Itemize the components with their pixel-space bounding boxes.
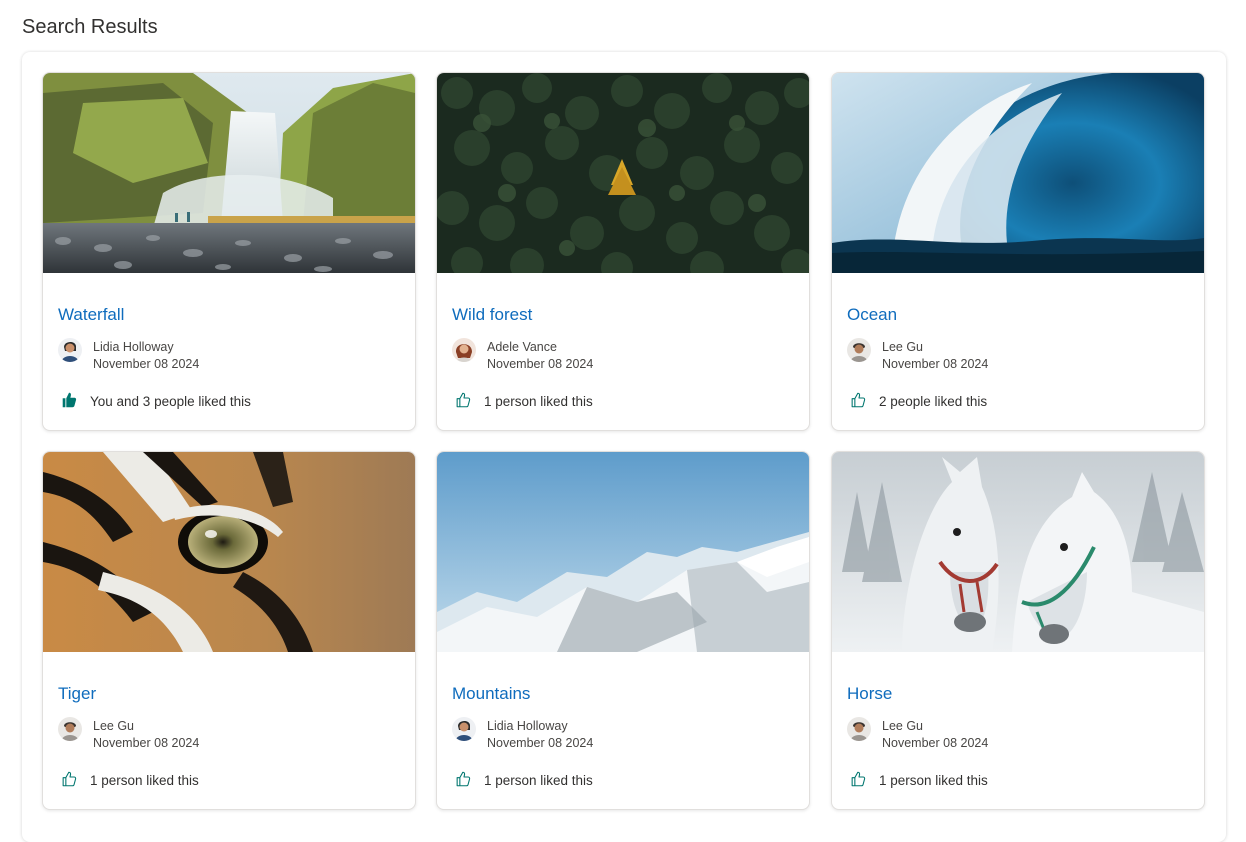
avatar[interactable] (58, 717, 82, 741)
thumbs-up-outline-icon[interactable] (849, 770, 867, 788)
author-name: Lidia Holloway (93, 340, 174, 354)
waterfall-image[interactable] (43, 73, 415, 273)
likes-count-text: 2 people liked this (879, 394, 988, 409)
thumbs-up-outline-icon[interactable] (454, 770, 472, 788)
result-card-mountains[interactable]: Mountains Lidia Holloway November 08 202… (436, 451, 810, 810)
page-title: Search Results (22, 16, 158, 38)
card-title-link[interactable]: Horse (847, 684, 892, 704)
author-name: Lee Gu (882, 340, 924, 354)
likes-count-text: 1 person liked this (484, 773, 593, 788)
avatar[interactable] (847, 717, 871, 741)
avatar[interactable] (452, 717, 476, 741)
author-name: Lee Gu (93, 719, 135, 733)
avatar[interactable] (452, 338, 476, 362)
likes-count-text: 1 person liked this (879, 773, 988, 788)
post-date: November 08 2024 (882, 736, 989, 750)
card-title-link[interactable]: Mountains (452, 684, 530, 704)
result-card-waterfall[interactable]: Waterfall Lidia Holloway November 08 202… (42, 72, 416, 431)
horse-image[interactable] (832, 452, 1204, 652)
likes-count-text: 1 person liked this (90, 773, 199, 788)
author-name: Adele Vance (487, 340, 557, 354)
post-date: November 08 2024 (487, 357, 594, 371)
avatar[interactable] (847, 338, 871, 362)
forest-image[interactable] (437, 73, 809, 273)
result-card-ocean[interactable]: Ocean Lee Gu November 08 2024 2 people l… (831, 72, 1205, 431)
mountains-image[interactable] (437, 452, 809, 652)
result-card-wild-forest[interactable]: Wild forest Adele Vance November 08 2024… (436, 72, 810, 431)
thumbs-up-outline-icon[interactable] (849, 391, 867, 409)
author-name: Lidia Holloway (487, 719, 568, 733)
card-title-link[interactable]: Waterfall (58, 305, 124, 325)
post-date: November 08 2024 (93, 357, 200, 371)
result-card-tiger[interactable]: Tiger Lee Gu November 08 2024 1 person l… (42, 451, 416, 810)
post-date: November 08 2024 (882, 357, 989, 371)
post-date: November 08 2024 (487, 736, 594, 750)
result-card-horse[interactable]: Horse Lee Gu November 08 2024 1 person l… (831, 451, 1205, 810)
thumbs-up-outline-icon[interactable] (454, 391, 472, 409)
thumbs-up-outline-icon[interactable] (60, 770, 78, 788)
results-panel: Waterfall Lidia Holloway November 08 202… (22, 52, 1226, 842)
card-title-link[interactable]: Tiger (58, 684, 96, 704)
likes-count-text: 1 person liked this (484, 394, 593, 409)
thumbs-up-filled-icon[interactable] (60, 391, 78, 409)
post-date: November 08 2024 (93, 736, 200, 750)
card-title-link[interactable]: Wild forest (452, 305, 532, 325)
author-name: Lee Gu (882, 719, 924, 733)
tiger-image[interactable] (43, 452, 415, 652)
ocean-image[interactable] (832, 73, 1204, 273)
likes-count-text: You and 3 people liked this (90, 394, 251, 409)
avatar[interactable] (58, 338, 82, 362)
card-title-link[interactable]: Ocean (847, 305, 897, 325)
